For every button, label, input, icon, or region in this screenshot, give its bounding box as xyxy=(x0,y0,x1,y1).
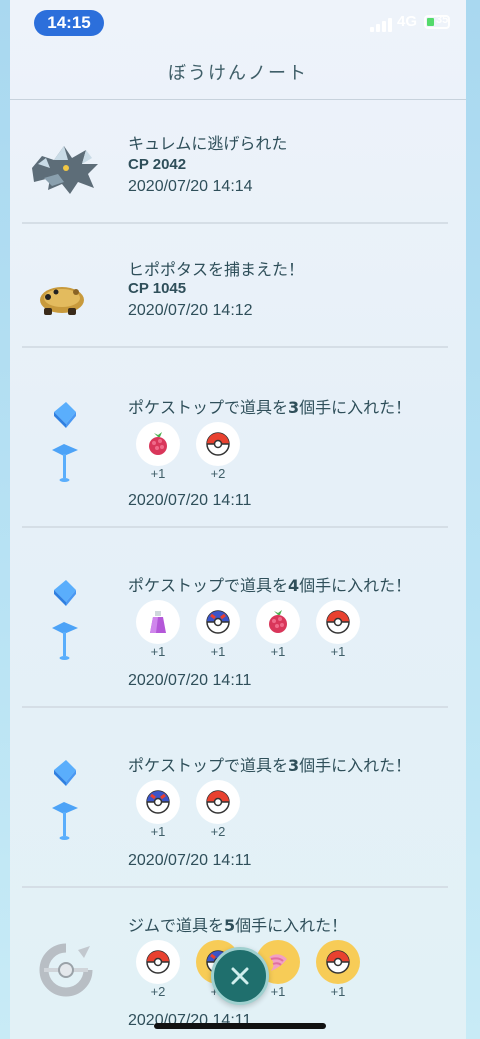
item-reward: +1 xyxy=(256,600,300,662)
poke-ball-icon xyxy=(316,600,360,644)
journal-entry[interactable]: キュレムに逃げられた CP 2042 2020/07/20 14:14 xyxy=(22,100,448,224)
item-reward: +1 xyxy=(196,600,240,662)
item-qty: +2 xyxy=(210,824,226,839)
entry-date: 2020/07/20 14:11 xyxy=(128,492,252,509)
signal-icon xyxy=(370,16,394,32)
entry-title: キュレムに逃げられた xyxy=(128,134,288,153)
entry-date: 2020/07/20 14:12 xyxy=(128,302,253,319)
close-button[interactable] xyxy=(211,947,269,1005)
entry-date: 2020/07/20 14:14 xyxy=(128,178,253,195)
razz-berry-icon xyxy=(256,600,300,644)
item-qty: +1 xyxy=(150,824,166,839)
item-qty: +2 xyxy=(210,466,226,481)
journal-entry[interactable]: ヒポポタスを捕まえた！ CP 1045 2020/07/20 14:12 xyxy=(22,224,448,348)
entry-title: ポケストップで道具を3個手に入れた！ xyxy=(128,756,412,775)
hippopotas-icon xyxy=(36,278,86,318)
pokestop-icon xyxy=(48,576,82,666)
kyurem-icon xyxy=(24,138,104,198)
entry-date: 2020/07/20 14:11 xyxy=(128,672,252,689)
item-reward: +1 xyxy=(136,422,180,484)
poke-ball-icon xyxy=(136,940,180,984)
journal-entry[interactable]: ポケストップで道具を4個手に入れた！ +1 +1 +1 +1 2020/07/2… xyxy=(22,528,448,708)
poke-ball-icon xyxy=(196,780,240,824)
item-qty: +1 xyxy=(150,644,166,659)
item-reward: +1 xyxy=(136,600,180,662)
entry-cp: CP 1045 xyxy=(128,280,187,297)
item-qty: +1 xyxy=(330,984,346,999)
home-indicator[interactable] xyxy=(154,1023,326,1029)
potion-icon xyxy=(136,600,180,644)
journal-entry[interactable]: ポケストップで道具を3個手に入れた！ +1 +2 2020/07/20 14:1… xyxy=(22,348,448,528)
pokestop-icon xyxy=(48,756,82,846)
battery-text: 35 xyxy=(436,14,449,26)
entry-title: ポケストップで道具を4個手に入れた！ xyxy=(128,576,412,595)
entry-title: ジムで道具を5個手に入れた！ xyxy=(128,916,348,935)
page-title: ぼうけんノート xyxy=(10,44,466,100)
entry-date: 2020/07/20 14:11 xyxy=(128,852,252,869)
item-reward: +2 xyxy=(136,940,180,1002)
item-qty: +1 xyxy=(270,644,286,659)
item-reward: +2 xyxy=(196,780,240,842)
entry-cp: CP 2042 xyxy=(128,156,187,173)
great-ball-icon xyxy=(196,600,240,644)
battery-icon: 35 xyxy=(424,14,450,29)
status-bar: 14:15 4G 35 xyxy=(0,0,480,44)
pokestop-icon xyxy=(48,398,82,488)
item-reward: +1 xyxy=(136,780,180,842)
item-reward: +1 xyxy=(316,940,360,1002)
item-reward: +2 xyxy=(196,422,240,484)
item-qty: +1 xyxy=(330,644,346,659)
journal-entry[interactable]: ポケストップで道具を3個手に入れた！ +1 +2 2020/07/20 14:1… xyxy=(22,708,448,888)
poke-ball-icon xyxy=(316,940,360,984)
item-qty: +1 xyxy=(210,644,226,659)
item-qty: +1 xyxy=(150,466,166,481)
network-label: 4G xyxy=(397,13,418,30)
poke-ball-icon xyxy=(196,422,240,466)
great-ball-icon xyxy=(136,780,180,824)
item-qty: +2 xyxy=(150,984,166,999)
close-icon xyxy=(231,967,249,985)
item-reward: +1 xyxy=(316,600,360,662)
entry-title: ヒポポタスを捕まえた！ xyxy=(128,260,305,279)
status-time: 14:15 xyxy=(34,10,104,36)
entry-title: ポケストップで道具を3個手に入れた！ xyxy=(128,398,412,417)
gym-icon xyxy=(38,942,94,998)
razz-berry-icon xyxy=(136,422,180,466)
